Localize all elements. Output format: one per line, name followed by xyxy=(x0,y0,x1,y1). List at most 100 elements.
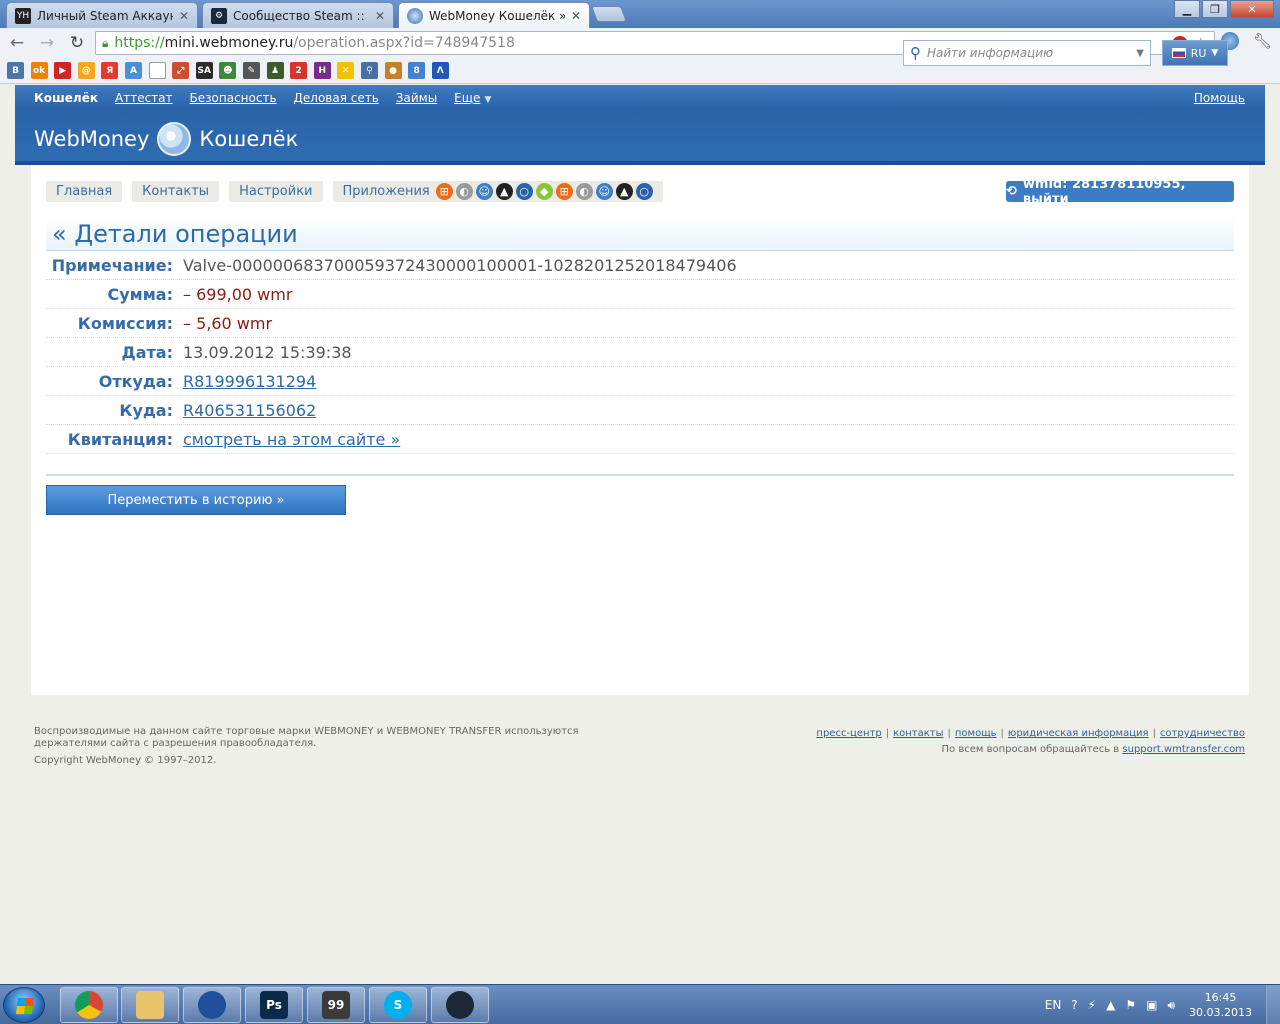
subnav-contacts[interactable]: Контакты xyxy=(132,181,220,202)
forward-arrow-icon[interactable]: → xyxy=(34,30,60,56)
photoshop-icon: Ps xyxy=(260,991,288,1019)
taskbar-app[interactable]: 99 xyxy=(307,987,365,1023)
taskbar-app[interactable] xyxy=(183,987,241,1023)
android-icon[interactable]: ◆ xyxy=(535,183,553,200)
new-tab-button[interactable] xyxy=(591,6,627,22)
steam-icon xyxy=(446,991,474,1019)
nav-wallet[interactable]: Кошелёк xyxy=(34,91,98,105)
windows-icon[interactable]: ⊞ xyxy=(435,183,453,200)
wm-logo[interactable]: WebMoney Кошелёк xyxy=(34,122,298,156)
mask-icon[interactable]: ☻ xyxy=(219,62,237,79)
tab-steam-account[interactable]: YH Личный Steam Аккаунт ✕ xyxy=(6,2,198,28)
8-icon[interactable]: 8 xyxy=(408,62,426,79)
linux-icon[interactable]: ▲ xyxy=(495,183,513,200)
chevron-down-icon: ▼ xyxy=(1211,48,1219,58)
show-hidden-icons-icon[interactable]: ▲ xyxy=(1106,998,1115,1012)
footer-link-help[interactable]: помощь xyxy=(955,728,997,739)
start-button[interactable] xyxy=(3,987,45,1023)
power-icon[interactable]: ⚡︎ xyxy=(1088,998,1096,1012)
page-icon[interactable] xyxy=(148,62,166,79)
minimize-icon[interactable]: ▁ xyxy=(1174,0,1200,18)
linux-icon[interactable]: ▲ xyxy=(615,183,633,200)
sa-icon[interactable]: SA xyxy=(195,62,213,79)
chevron-down-icon[interactable]: ▼ xyxy=(1136,48,1144,59)
nav-business[interactable]: Деловая сеть xyxy=(294,91,379,105)
action-center-icon[interactable]: ⚑ xyxy=(1125,998,1136,1012)
footer-link-cooperation[interactable]: сотрудничество xyxy=(1160,728,1245,739)
apple-icon[interactable]: ◐ xyxy=(575,183,593,200)
tab-webmoney[interactable]: WebMoney Кошелёк » Де ✕ xyxy=(398,2,590,28)
arrow-a-icon[interactable]: Λ xyxy=(431,62,449,79)
taskbar-app[interactable] xyxy=(431,987,489,1023)
link-icon[interactable]: ⤢ xyxy=(172,62,190,79)
2-icon[interactable]: 2 xyxy=(290,62,308,79)
detail-value[interactable]: R819996131294 xyxy=(183,372,316,391)
mac-finder-icon[interactable]: ☺ xyxy=(595,183,613,200)
footer-link-legal[interactable]: юридическая информация xyxy=(1008,728,1149,739)
show-desktop-button[interactable] xyxy=(1266,985,1280,1024)
windows-icon[interactable]: ⊞ xyxy=(555,183,573,200)
tab-title: Личный Steam Аккаунт xyxy=(37,8,173,23)
taskbar-app[interactable]: S xyxy=(369,987,427,1023)
taskbar-app[interactable]: Ps xyxy=(245,987,303,1023)
subnav-apps[interactable]: Приложения ⊞ ◐ ☺ ▲ ○ ◆ ⊞ ◐ ☺ ▲ ○ xyxy=(332,181,663,202)
detail-value[interactable]: смотреть на этом сайте » xyxy=(183,430,400,449)
move-to-history-button[interactable]: Переместить в историю » xyxy=(46,485,346,515)
wmid-label: wmid: 281378110955, выйти xyxy=(1022,176,1186,207)
volume-icon[interactable]: 🔊︎ xyxy=(1167,998,1175,1013)
wrench-menu-icon[interactable]: 🔧︎ xyxy=(1253,32,1272,50)
close-icon[interactable]: ✕ xyxy=(179,9,189,23)
webmoney-circle-icon[interactable]: ○ xyxy=(635,183,653,200)
pen-icon[interactable]: ✎ xyxy=(242,62,260,79)
tab-steam-community[interactable]: ⚙ Сообщество Steam :: Мо ✕ xyxy=(202,2,394,28)
wm-header: Кошелёк Аттестат Безопасность Деловая се… xyxy=(15,85,1265,165)
youtube-icon[interactable]: ▶ xyxy=(54,62,72,79)
wallet-subnav: Главная Контакты Настройки Приложения ⊞ ◐… xyxy=(46,181,663,202)
detail-value: – 5,60 wmr xyxy=(183,313,273,333)
a-icon[interactable]: A xyxy=(124,62,142,79)
detail-value: – 699,00 wmr xyxy=(183,284,293,304)
subnav-settings[interactable]: Настройки xyxy=(229,181,323,202)
mac-finder-icon[interactable]: ☺ xyxy=(475,183,493,200)
back-arrow-icon[interactable]: ← xyxy=(4,30,30,56)
nav-loans[interactable]: Займы xyxy=(396,91,437,105)
nav-more[interactable]: Еще ▼ xyxy=(454,91,491,105)
help-link[interactable]: Помощь xyxy=(1194,91,1245,105)
reload-icon[interactable]: ↻ xyxy=(64,30,90,56)
taskbar-app[interactable] xyxy=(121,987,179,1023)
close-icon[interactable]: ✕ xyxy=(571,9,581,23)
odnoklassniki-icon[interactable]: ok xyxy=(30,62,48,79)
page-title[interactable]: « Детали операции xyxy=(46,217,1234,251)
windows-taskbar: Ps 99 S EN ? ⚡︎ ▲ ⚑ ▣ 🔊︎ 16:45 30.03.2013 xyxy=(0,984,1280,1024)
moy-mir-icon[interactable]: @ xyxy=(77,62,95,79)
footer-link-press[interactable]: пресс-центр xyxy=(816,728,881,739)
detail-value[interactable]: R406531156062 xyxy=(183,401,316,420)
site-search-input[interactable]: ⚲ Найти информацию ▼ xyxy=(903,40,1151,66)
restore-icon[interactable]: ❐ xyxy=(1202,0,1228,18)
close-icon[interactable]: ✕ xyxy=(375,9,385,23)
footer-link-contacts[interactable]: контакты xyxy=(893,728,943,739)
network-icon[interactable]: ▣ xyxy=(1146,998,1157,1012)
search-tool-icon[interactable]: ⚲ xyxy=(360,62,378,79)
people-icon[interactable]: ♟ xyxy=(266,62,284,79)
h-icon[interactable]: H xyxy=(313,62,331,79)
nav-security[interactable]: Безопасность xyxy=(190,91,277,105)
wmid-logout-button[interactable]: ⟲ wmid: 281378110955, выйти xyxy=(1006,177,1234,207)
help-circle-icon[interactable]: ? xyxy=(1071,998,1077,1012)
language-selector[interactable]: RU ▼ xyxy=(1162,40,1228,66)
input-language[interactable]: EN xyxy=(1045,998,1062,1012)
apple-icon[interactable]: ◐ xyxy=(455,183,473,200)
webmoney-circle-icon[interactable]: ○ xyxy=(515,183,533,200)
clock[interactable]: 16:45 30.03.2013 xyxy=(1189,990,1252,1020)
globe-app-icon xyxy=(198,991,226,1019)
x-icon[interactable]: ✕ xyxy=(337,62,355,79)
cookie-icon[interactable]: ● xyxy=(384,62,402,79)
wm-top-nav: Кошелёк Аттестат Безопасность Деловая се… xyxy=(34,91,491,105)
window-close-icon[interactable]: ✕ xyxy=(1230,0,1274,18)
taskbar-app[interactable] xyxy=(60,987,118,1023)
nav-attestat[interactable]: Аттестат xyxy=(115,91,173,105)
vk-icon[interactable]: B xyxy=(7,62,24,79)
support-link[interactable]: support.wmtransfer.com xyxy=(1122,744,1245,755)
subnav-home[interactable]: Главная xyxy=(46,181,123,202)
yandex-icon[interactable]: Я xyxy=(101,62,119,79)
